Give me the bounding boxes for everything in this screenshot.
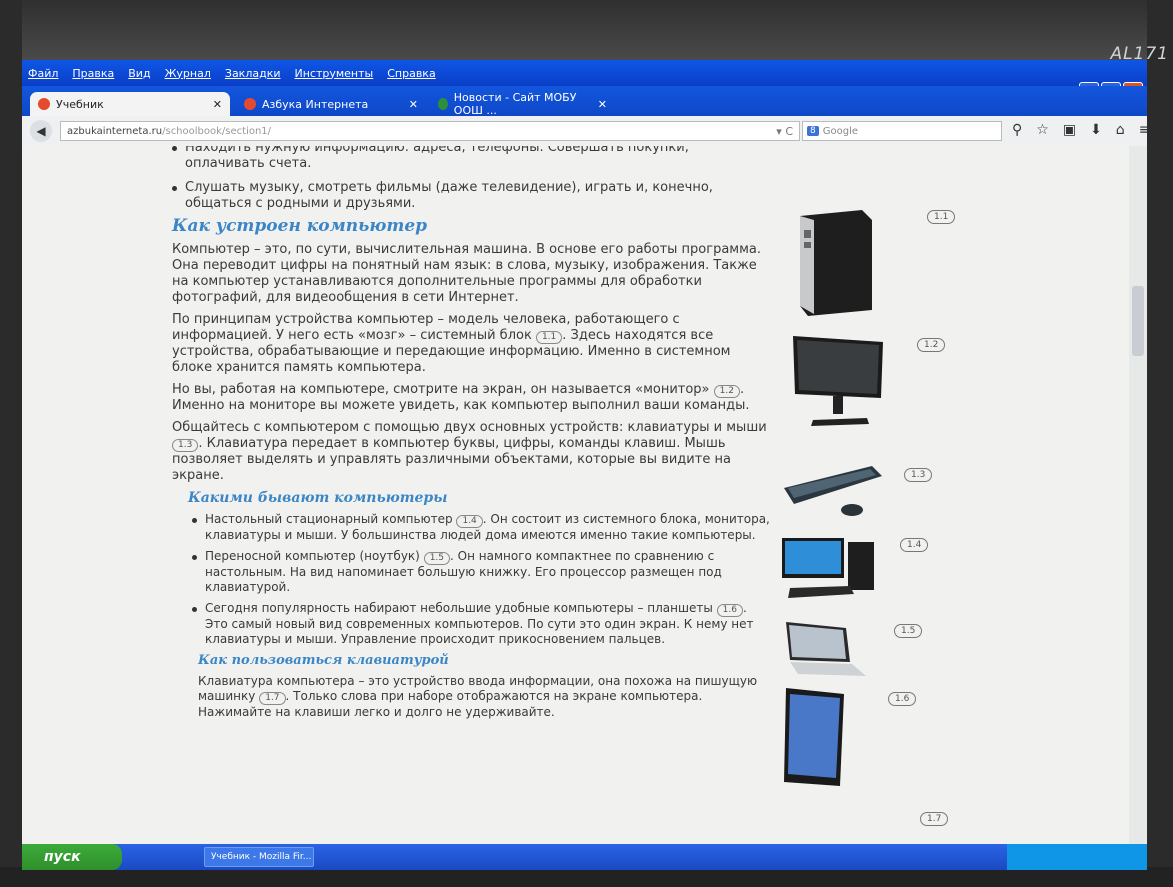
keyboard-mouse-image xyxy=(784,466,882,516)
figure-label: 1.3 xyxy=(904,468,933,482)
bullet-text: Сегодня популярность набирают небольшие … xyxy=(205,601,772,647)
desktop-computer-image xyxy=(782,538,874,598)
menu-help[interactable]: Справка xyxy=(387,67,435,80)
bullet-text: Настольный стационарный компьютер 1.4. О… xyxy=(205,512,772,543)
bullet-icon xyxy=(192,518,197,523)
figure-label: 1.6 xyxy=(888,692,917,706)
section-heading: Какими бывают компьютеры xyxy=(188,490,448,506)
bullet-text: Слушать музыку, смотреть фильмы (даже те… xyxy=(185,180,713,211)
taskbar-firefox-item[interactable]: Учебник - Mozilla Fir... xyxy=(204,847,314,867)
figure-ref[interactable]: 1.5 xyxy=(423,552,451,565)
figure-label: 1.4 xyxy=(900,538,929,552)
list-item: Переносной компьютер (ноутбук) 1.5. Он н… xyxy=(192,549,772,595)
nav-bar: ◀ azbukainterneta.ru /schoolbook/section… xyxy=(22,116,1147,147)
menu-bookmarks[interactable]: Закладки xyxy=(225,67,281,80)
menu-bar: Файл Правка Вид Журнал Закладки Инструме… xyxy=(22,60,1147,86)
list-item: Сегодня популярность набирают небольшие … xyxy=(192,601,772,647)
text: Переносной компьютер (ноутбук) xyxy=(205,549,420,563)
section-heading: Как устроен компьютер xyxy=(172,216,428,236)
bullet-text: Переносной компьютер (ноутбук) 1.5. Он н… xyxy=(205,549,772,595)
bullet-icon xyxy=(172,146,177,151)
list-item: Слушать музыку, смотреть фильмы (даже те… xyxy=(172,180,772,212)
laptop-image xyxy=(786,622,866,676)
download-icon[interactable]: ⬇ xyxy=(1090,122,1102,138)
bullet-text: Находить нужную информацию: адреса, теле… xyxy=(185,146,689,171)
monitor-image xyxy=(793,336,883,426)
text: Сегодня популярность набирают небольшие … xyxy=(205,601,713,615)
tab-azbuka[interactable]: Азбука Интернета ✕ xyxy=(236,92,426,116)
system-unit-image xyxy=(800,210,872,316)
scrollbar[interactable] xyxy=(1129,146,1147,844)
monitor-bezel-bottom xyxy=(0,867,1173,887)
paragraph: Общайтесь с компьютером с помощью двух о… xyxy=(172,420,772,484)
favicon-icon xyxy=(438,98,448,110)
scrollbar-thumb[interactable] xyxy=(1132,286,1144,356)
menu-history[interactable]: Журнал xyxy=(165,67,211,80)
bookmark-star-icon[interactable]: ☆ xyxy=(1036,122,1049,138)
bullet-icon xyxy=(172,186,177,191)
system-tray xyxy=(1007,844,1147,870)
figure-label: 1.5 xyxy=(894,624,923,638)
menu-file[interactable]: Файл xyxy=(28,67,58,80)
text: Настольный стационарный компьютер xyxy=(205,512,453,526)
tab-textbook[interactable]: Учебник ✕ xyxy=(30,92,230,116)
bullet-icon xyxy=(192,555,197,560)
menu-tools[interactable]: Инструменты xyxy=(295,67,374,80)
url-path: /schoolbook/section1/ xyxy=(162,125,272,137)
close-tab-icon[interactable]: ✕ xyxy=(213,98,222,111)
search-input[interactable]: 8 Google xyxy=(802,121,1002,141)
figure-ref[interactable]: 1.1 xyxy=(535,331,563,344)
back-arrow-icon[interactable]: ◀ xyxy=(30,120,52,142)
tab-title: Азбука Интернета xyxy=(262,97,369,111)
list-item: Настольный стационарный компьютер 1.4. О… xyxy=(192,512,772,543)
start-button[interactable]: пуск xyxy=(22,844,122,870)
search-icon[interactable]: ⚲ xyxy=(1012,122,1022,138)
bullet-icon xyxy=(192,607,197,612)
figure-label: 1.7 xyxy=(920,812,949,826)
paragraph: Компьютер – это, по сути, вычислительная… xyxy=(172,242,762,305)
tab-news[interactable]: Новости - Сайт МОБУ ООШ ... ✕ xyxy=(430,91,615,117)
tab-strip: Учебник ✕ Азбука Интернета ✕ Новости - С… xyxy=(22,86,1147,135)
tab-title: Учебник xyxy=(56,97,104,111)
menu-view[interactable]: Вид xyxy=(128,67,150,80)
text: Но вы, работая на компьютере, смотрите н… xyxy=(172,382,710,397)
figure-label: 1.1 xyxy=(927,210,956,224)
paragraph: Клавиатура компьютера – это устройство в… xyxy=(198,674,772,720)
favicon-icon xyxy=(244,98,256,110)
monitor-bezel-left xyxy=(0,0,22,887)
toolbar-icons: ⚲ ☆ ▣ ⬇ ⌂ ≡ xyxy=(1012,122,1147,138)
paragraph: По принципам устройства компьютер – моде… xyxy=(172,312,772,376)
home-icon[interactable]: ⌂ xyxy=(1116,122,1125,138)
close-tab-icon[interactable]: ✕ xyxy=(598,98,607,111)
figure-ref[interactable]: 1.6 xyxy=(716,604,743,617)
figure-ref[interactable]: 1.4 xyxy=(456,515,483,528)
figure-label: 1.2 xyxy=(917,338,946,352)
text: . Клавиатура передает в компьютер буквы,… xyxy=(172,436,731,483)
favicon-icon xyxy=(38,98,50,110)
monitor-bezel-right xyxy=(1147,0,1173,887)
tab-title: Новости - Сайт МОБУ ООШ ... xyxy=(453,91,577,117)
menu-icon[interactable]: ≡ xyxy=(1139,122,1147,138)
page-content: Находить нужную информацию: адреса, теле… xyxy=(22,146,1147,844)
screen: Файл Правка Вид Журнал Закладки Инструме… xyxy=(22,60,1147,870)
figure-ref[interactable]: 1.7 xyxy=(259,692,286,705)
article: Находить нужную информацию: адреса, теле… xyxy=(172,146,772,720)
text: Общайтесь с компьютером с помощью двух о… xyxy=(172,420,767,435)
tablet-image xyxy=(784,688,844,786)
search-engine-icon[interactable]: 8 xyxy=(807,126,819,136)
section-heading: Как пользоваться клавиатурой xyxy=(198,653,449,668)
search-placeholder: Google xyxy=(822,125,858,137)
figure-ref[interactable]: 1.3 xyxy=(172,439,199,452)
menu-edit[interactable]: Правка xyxy=(72,67,114,80)
monitor-bezel xyxy=(0,0,1173,60)
url-bar[interactable]: azbukainterneta.ru /schoolbook/section1/… xyxy=(60,121,800,141)
url-domain: azbukainterneta.ru xyxy=(67,125,163,137)
taskbar: пуск Учебник - Mozilla Fir... xyxy=(22,844,1147,870)
figure-ref[interactable]: 1.2 xyxy=(713,385,740,398)
paragraph: Но вы, работая на компьютере, смотрите н… xyxy=(172,382,772,414)
list-item: Находить нужную информацию: адреса, теле… xyxy=(172,146,772,172)
close-tab-icon[interactable]: ✕ xyxy=(409,98,418,111)
reload-icon[interactable]: ▾ C xyxy=(776,125,793,138)
bookmarks-list-icon[interactable]: ▣ xyxy=(1063,122,1076,138)
